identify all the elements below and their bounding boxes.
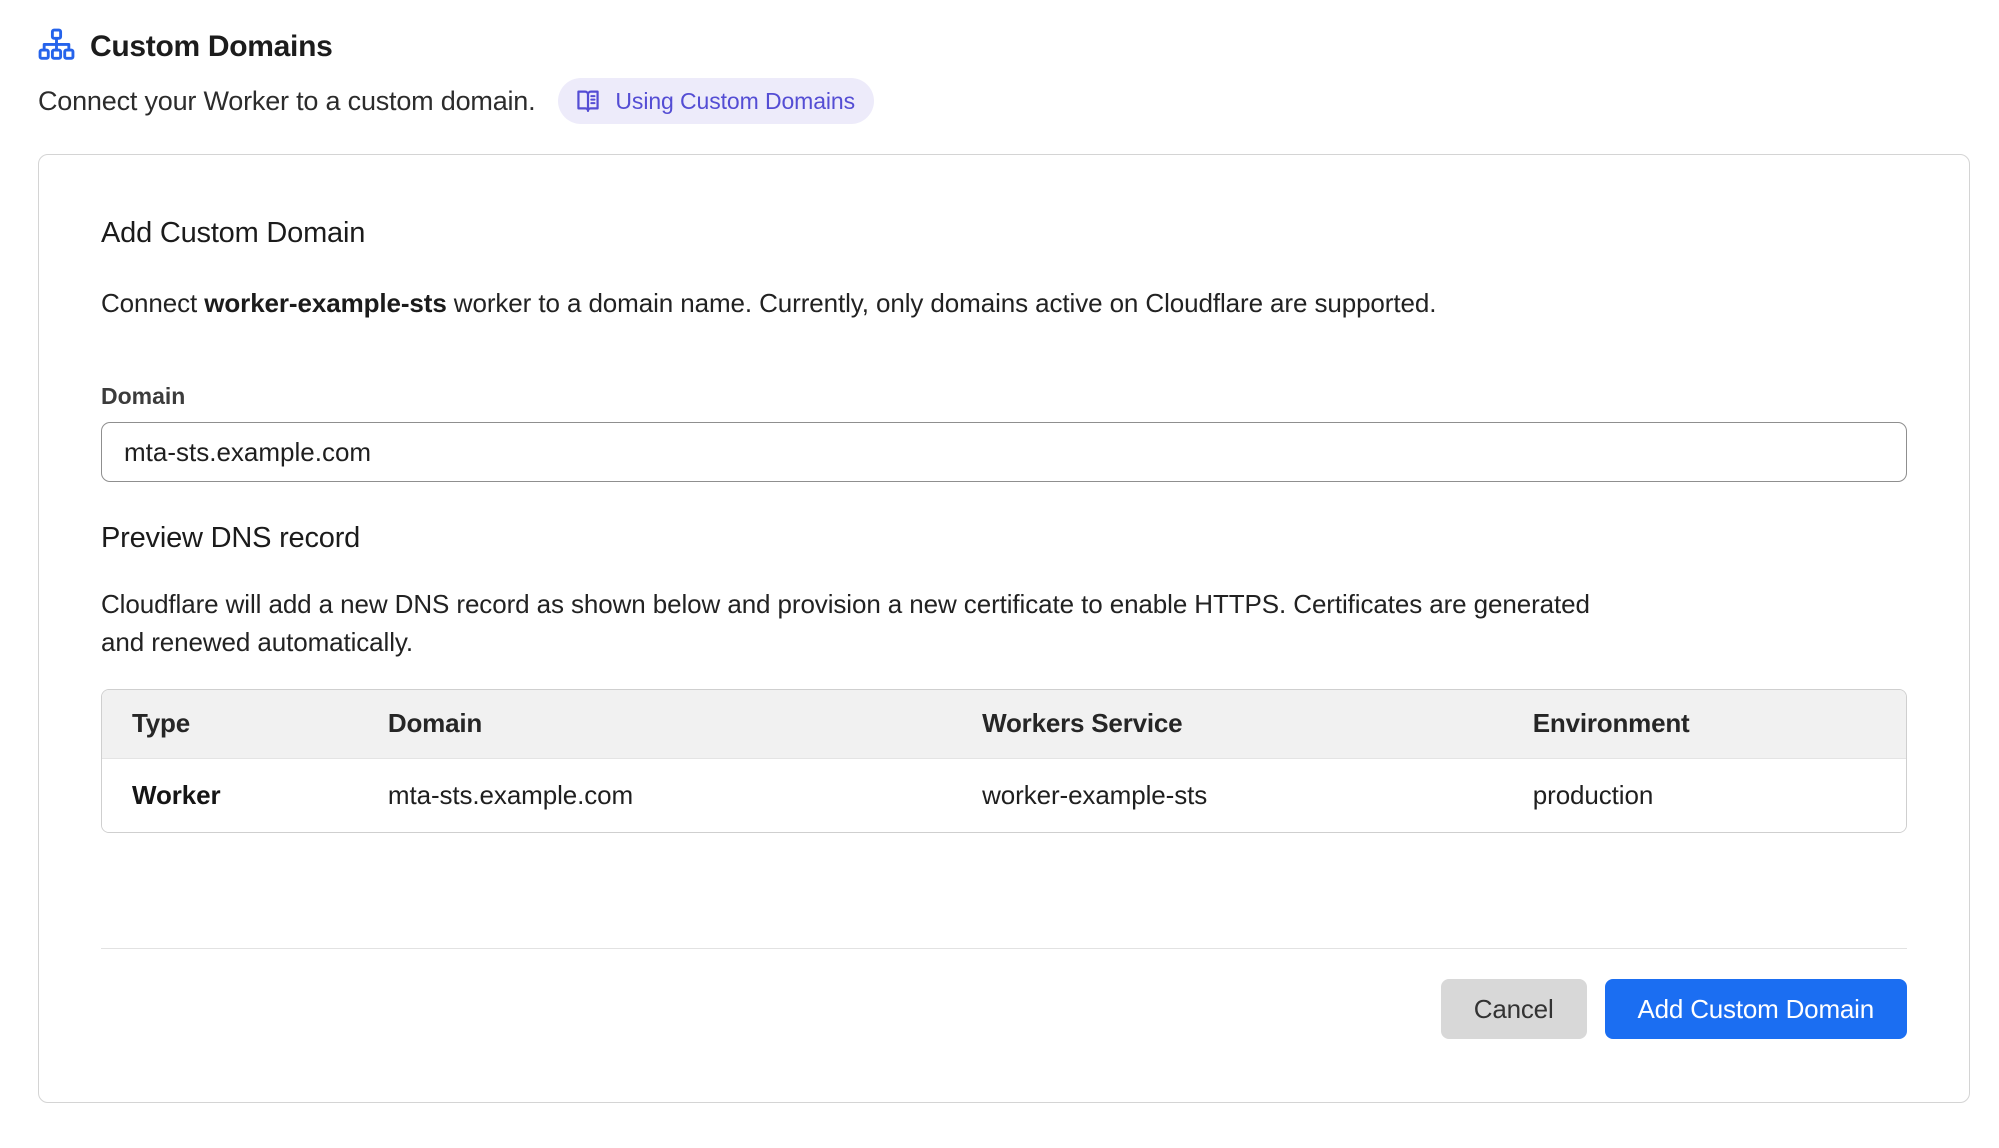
- column-header-domain: Domain: [358, 690, 952, 758]
- column-header-workers-service: Workers Service: [952, 690, 1503, 758]
- dns-preview-table: Type Domain Workers Service Environment …: [101, 689, 1907, 833]
- sitemap-icon: [38, 28, 75, 65]
- page-title: Custom Domains: [90, 30, 333, 64]
- add-custom-domain-button[interactable]: Add Custom Domain: [1605, 979, 1907, 1039]
- cancel-button[interactable]: Cancel: [1441, 979, 1587, 1039]
- preview-dns-heading: Preview DNS record: [101, 522, 1907, 555]
- custom-domains-page: Custom Domains Connect your Worker to a …: [0, 0, 1999, 1103]
- worker-name: worker-example-sts: [204, 288, 446, 318]
- add-custom-domain-card: Add Custom Domain Connect worker-example…: [38, 154, 1970, 1103]
- book-icon: [574, 87, 602, 115]
- page-subtitle: Connect your Worker to a custom domain.: [38, 86, 535, 117]
- table-header-row: Type Domain Workers Service Environment: [102, 690, 1906, 758]
- cell-type: Worker: [102, 758, 358, 832]
- using-custom-domains-link[interactable]: Using Custom Domains: [558, 78, 874, 124]
- card-heading: Add Custom Domain: [101, 217, 1907, 250]
- column-header-type: Type: [102, 690, 358, 758]
- page-subheader: Connect your Worker to a custom domain. …: [38, 78, 1970, 124]
- cell-environment: production: [1503, 758, 1906, 832]
- footer-divider: [101, 948, 1907, 949]
- page-header: Custom Domains: [38, 28, 1970, 65]
- table-row: Worker mta-sts.example.com worker-exampl…: [102, 758, 1906, 832]
- column-header-environment: Environment: [1503, 690, 1906, 758]
- cell-domain: mta-sts.example.com: [358, 758, 952, 832]
- cell-workers-service: worker-example-sts: [952, 758, 1503, 832]
- card-intro: Connect worker-example-sts worker to a d…: [101, 288, 1907, 319]
- docs-link-label: Using Custom Domains: [615, 88, 855, 115]
- domain-input[interactable]: [101, 422, 1907, 482]
- intro-prefix: Connect: [101, 288, 204, 318]
- intro-suffix: worker to a domain name. Currently, only…: [447, 288, 1437, 318]
- preview-dns-description: Cloudflare will add a new DNS record as …: [101, 585, 1601, 661]
- domain-label: Domain: [101, 383, 1907, 410]
- action-buttons: Cancel Add Custom Domain: [101, 979, 1907, 1039]
